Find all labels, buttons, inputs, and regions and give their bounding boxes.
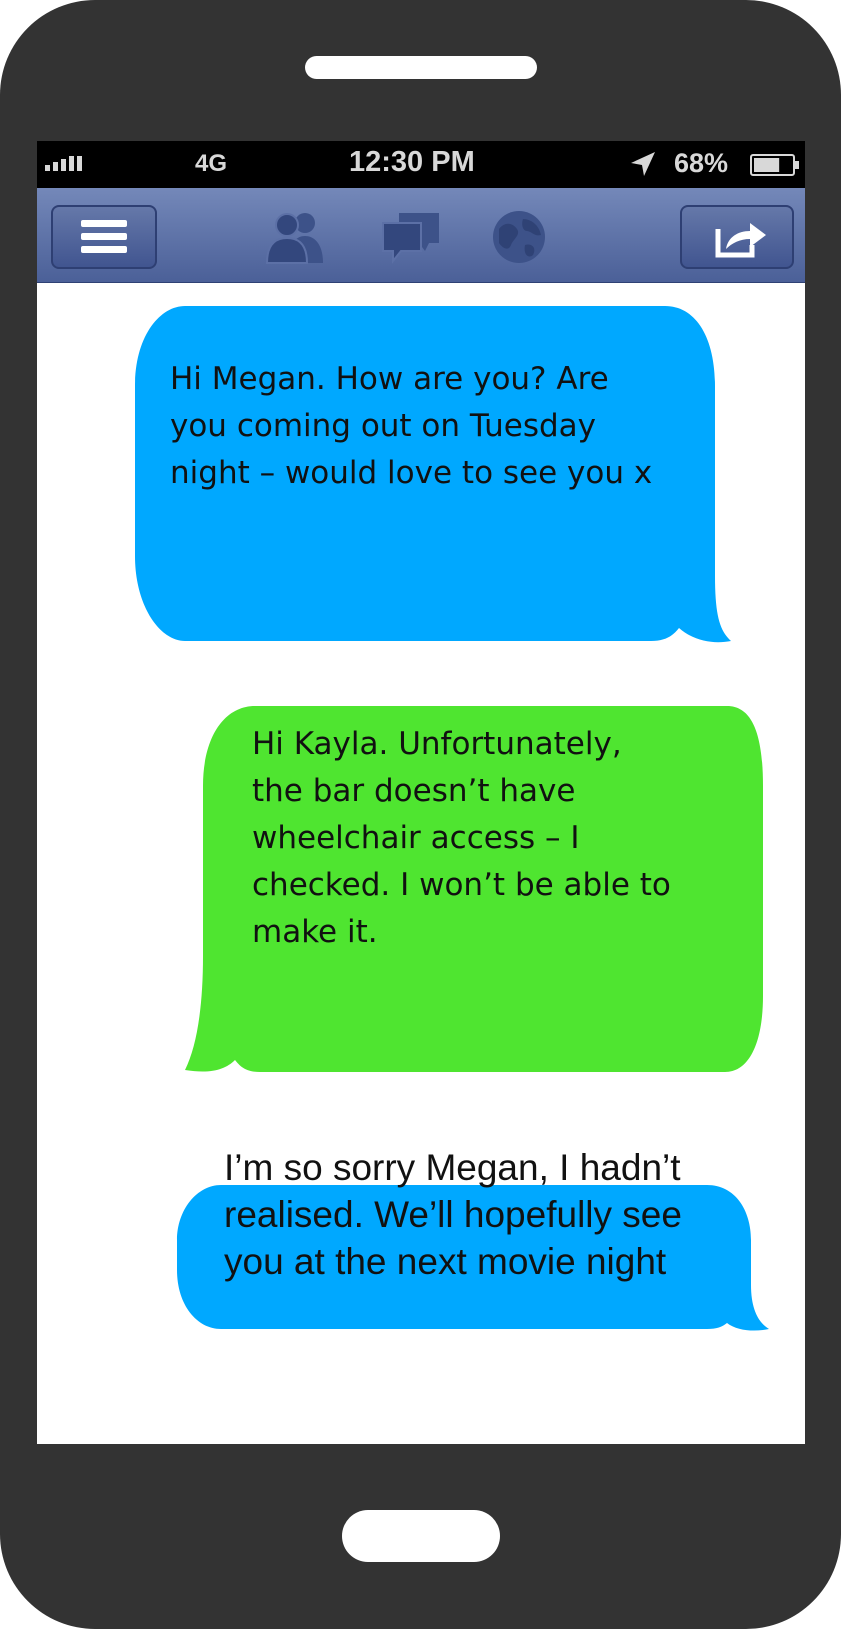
speaker-grille xyxy=(305,56,537,79)
status-time: 12:30 PM xyxy=(349,146,475,178)
network-type: 4G xyxy=(195,150,228,177)
globe-icon[interactable] xyxy=(487,209,551,265)
share-icon xyxy=(715,223,766,258)
messages-icon[interactable] xyxy=(379,209,443,265)
phone-frame: 4G 12:30 PM 68% Hi Megan. How are you? A… xyxy=(0,0,841,1629)
friends-icon[interactable] xyxy=(265,209,329,265)
message-text-2: Hi Kayla. Unfortunately, the bar doesn’t… xyxy=(252,726,671,950)
menu-button[interactable] xyxy=(51,205,157,269)
battery-percentage: 68% xyxy=(674,148,729,178)
home-button[interactable] xyxy=(342,1510,500,1562)
status-bar: 4G 12:30 PM 68% xyxy=(37,141,805,188)
message-text-3: I’m so sorry Megan, I hadn’t realised. W… xyxy=(224,1147,682,1282)
screen: 4G 12:30 PM 68% Hi Megan. How are you? A… xyxy=(37,141,805,1444)
share-button[interactable] xyxy=(680,205,794,269)
signal-strength-icon xyxy=(45,155,85,171)
battery-icon xyxy=(750,154,799,176)
location-arrow-icon xyxy=(631,152,655,176)
navigation-bar xyxy=(37,188,805,283)
message-text-1: Hi Megan. How are you? Are you coming ou… xyxy=(170,361,653,491)
